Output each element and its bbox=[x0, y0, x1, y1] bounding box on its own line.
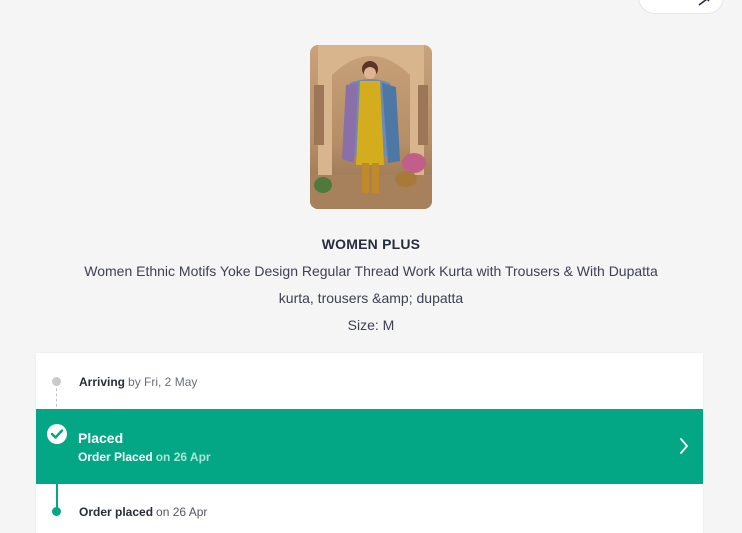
order-tracking-card: Arriving by Fri, 2 May Placed Order Place… bbox=[36, 353, 703, 533]
product-name-secondary: kurta, trousers &amp; dupatta bbox=[278, 290, 464, 306]
product-name: Women Ethnic Motifs Yoke Design Regular … bbox=[84, 263, 658, 279]
order-status-title: Placed bbox=[78, 430, 124, 446]
arriving-label: Arriving bbox=[79, 375, 126, 389]
product-image[interactable] bbox=[310, 45, 432, 209]
order-placed-date: on 26 Apr bbox=[156, 505, 208, 519]
arriving-date: by Fri, 2 May bbox=[128, 375, 198, 389]
arriving-row: Arriving by Fri, 2 May bbox=[79, 375, 197, 389]
order-status-subtitle: Order Placed on 26 Apr bbox=[78, 450, 211, 464]
timeline-done-dot bbox=[52, 507, 61, 516]
chevron-right-icon[interactable] bbox=[679, 437, 689, 455]
edit-icon bbox=[698, 0, 710, 6]
status-sub-date: on 26 Apr bbox=[155, 450, 211, 464]
top-action-chip[interactable] bbox=[638, 0, 724, 14]
order-placed-label: Order placed bbox=[79, 505, 154, 519]
check-circle-icon bbox=[47, 424, 67, 444]
order-placed-row: Order placed on 26 Apr bbox=[79, 505, 207, 519]
timeline-progress-line bbox=[56, 484, 58, 509]
status-sub-label: Order Placed bbox=[78, 450, 153, 464]
order-status-banner[interactable]: Placed Order Placed on 26 Apr bbox=[36, 409, 703, 484]
product-brand: WOMEN PLUS bbox=[321, 236, 421, 252]
product-size: Size: M bbox=[347, 317, 395, 333]
timeline-pending-dot bbox=[52, 377, 61, 386]
